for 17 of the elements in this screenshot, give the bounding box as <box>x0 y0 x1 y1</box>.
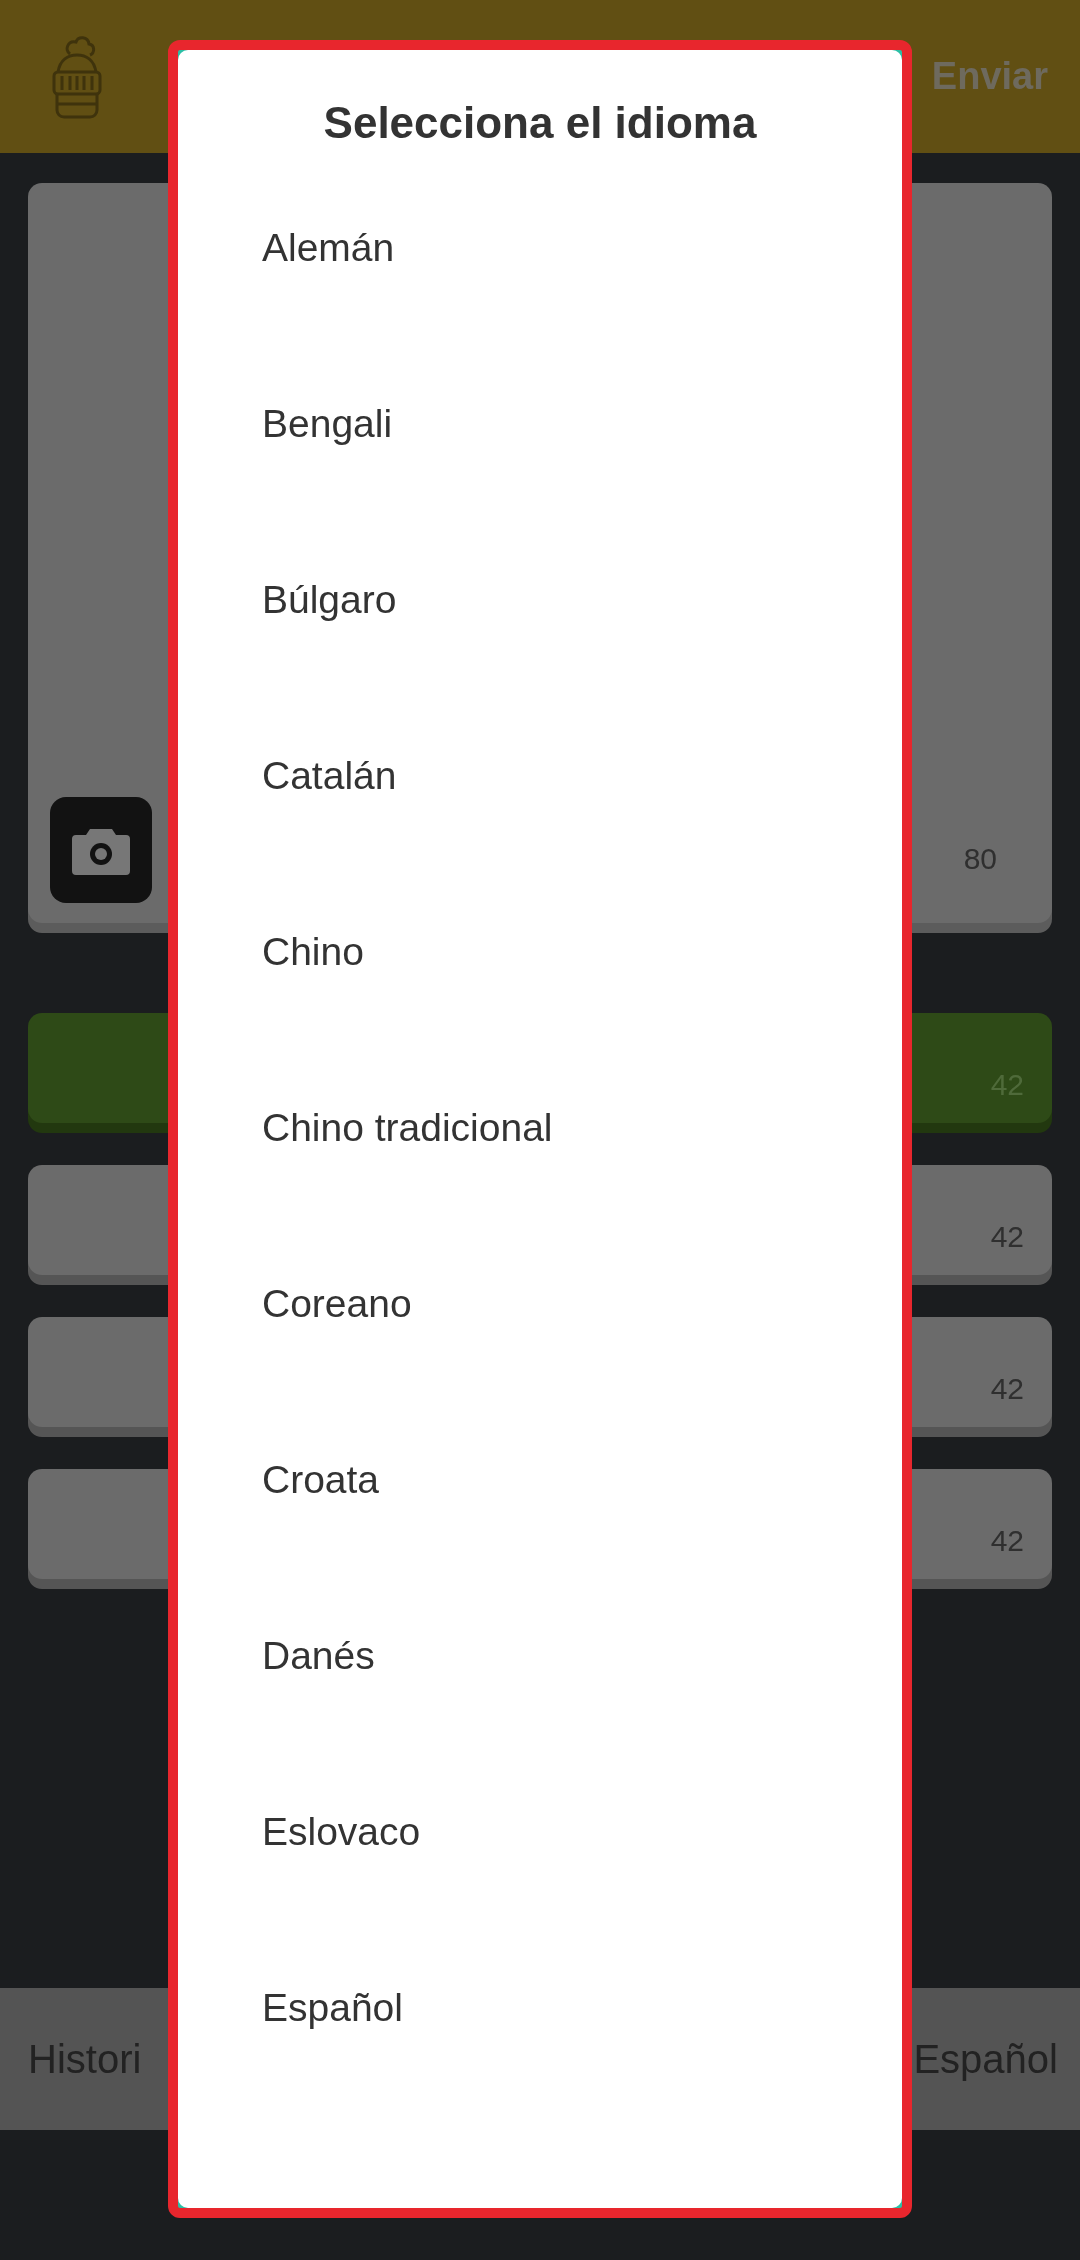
language-option[interactable]: Español <box>178 1920 902 2096</box>
language-option[interactable]: Chino <box>178 864 902 1040</box>
language-option[interactable]: Búlgaro <box>178 512 902 688</box>
count-label: 80 <box>963 841 997 877</box>
language-option[interactable]: Coreano <box>178 1216 902 1392</box>
language-option[interactable]: Danés <box>178 1568 902 1744</box>
language-option[interactable]: Eslovaco <box>178 1744 902 1920</box>
count-label: 42 <box>990 1371 1024 1407</box>
count-label: 42 <box>990 1219 1024 1255</box>
language-option[interactable]: Catalán <box>178 688 902 864</box>
language-option[interactable]: Bengali <box>178 336 902 512</box>
language-option[interactable]: Croata <box>178 1392 902 1568</box>
language-option[interactable]: Chino tradicional <box>178 1040 902 1216</box>
camera-button[interactable] <box>50 797 152 903</box>
dialog-title: Selecciona el idioma <box>322 97 758 149</box>
language-option[interactable]: Alemán <box>178 160 902 336</box>
count-label: 42 <box>990 1523 1024 1559</box>
